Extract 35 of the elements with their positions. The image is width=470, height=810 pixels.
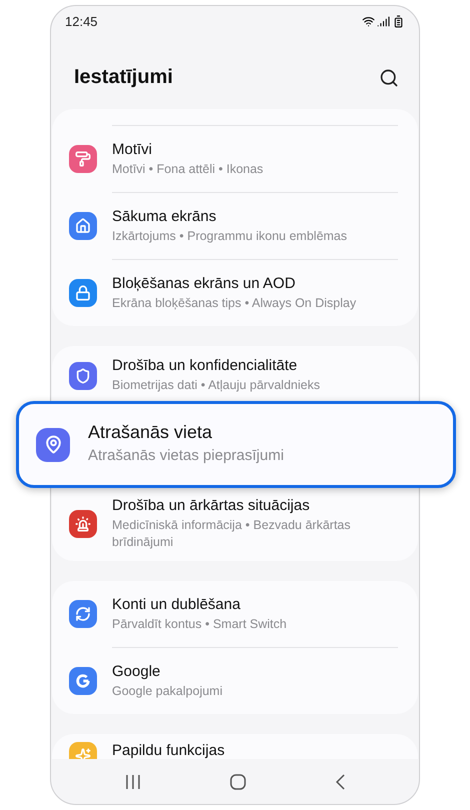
wifi-icon <box>362 14 375 28</box>
item-title: Motīvi <box>112 140 154 158</box>
item-title: Papildu funkcijas <box>112 742 225 759</box>
item-title: Drošība un ārkārtas situācijas <box>112 496 311 514</box>
item-subtitle: Atrašanās vietas pieprasījumi <box>88 446 284 466</box>
item-title: Konti un dublēšana <box>112 596 242 613</box>
settings-item[interactable]: Google Google pakalpojumi <box>52 648 418 714</box>
status-time: 12:45 <box>65 14 98 28</box>
search-button[interactable] <box>379 68 399 88</box>
page-title: Iestatījumi <box>74 66 173 89</box>
item-subtitle: Ekrāna bloķēšanas tips • Always On Display <box>112 294 356 312</box>
settings-item[interactable]: Atrašanās vieta Atrašanās vietas pieprasījumi <box>16 401 456 488</box>
item-title: Google <box>112 662 162 680</box>
item-subtitle: Biometrijas dati • Atļauju pārvaldnieks <box>112 377 320 394</box>
back-button[interactable] <box>334 774 345 790</box>
settings-item[interactable]: Drošība un konfidencialitāte Biometrijas dati • Atļauju pārvaldnieks <box>52 346 418 401</box>
item-title: Drošība un konfidencialitāte <box>112 357 298 374</box>
settings-item[interactable]: Sākuma ekrāns Izkārtojums • Programmu ikonu emblēmas <box>52 193 418 259</box>
item-subtitle: Motīvi • Fona attēli • Ikonas <box>112 160 264 178</box>
battery-icon <box>392 14 405 28</box>
item-subtitle: Google pakalpojumi <box>112 682 222 700</box>
signal-icon <box>377 14 390 28</box>
item-title: Bloķēšanas ekrāns un AOD <box>112 274 296 292</box>
item-subtitle: Izkārtojums • Programmu ikonu emblēmas <box>112 228 348 244</box>
settings-item[interactable]: Drošība un ārkārtas situācijas Medicīniskā informācija • Bezvadu ārkārtas brīdinājumi <box>52 488 418 561</box>
settings-item[interactable]: Konti un dublēšana Pārvaldīt kontus • Smart Switch <box>52 581 418 647</box>
item-subtitle: Pārvaldīt kontus • Smart Switch <box>112 616 287 632</box>
settings-item[interactable]: Papildu funkcijas <box>52 734 418 759</box>
item-title: Sākuma ekrāns <box>112 208 218 225</box>
item-title: Atrašanās vieta <box>88 422 214 444</box>
settings-item[interactable]: Bloķēšanas ekrāns un AOD Ekrāna bloķēšanas tips • Always On Display <box>52 260 418 326</box>
settings-item[interactable]: Motīvi Motīvi • Fona attēli • Ikonas <box>52 126 418 192</box>
home-button[interactable] <box>230 774 246 790</box>
item-subtitle: Medicīniskā informācija • Bezvadu ārkārtas brīdinājumi <box>112 516 352 550</box>
recent-apps-button[interactable] <box>125 774 142 788</box>
